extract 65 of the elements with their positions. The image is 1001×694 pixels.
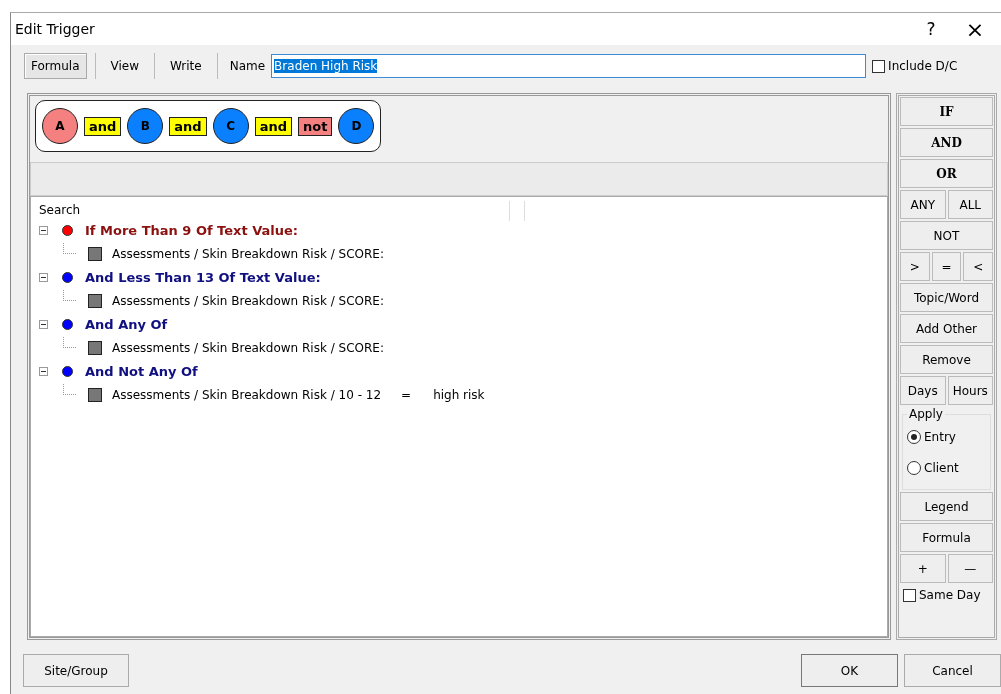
side-button[interactable]: > [900, 252, 930, 281]
side-button[interactable]: Remove [900, 345, 993, 374]
operator-tag[interactable]: and [254, 116, 293, 136]
side-button[interactable]: ANY [900, 190, 946, 219]
name-label: Name [229, 59, 266, 73]
item-square-icon [88, 388, 102, 403]
condition-label[interactable]: And Less Than 13 Of Text Value: [85, 270, 321, 286]
cancel-button[interactable]: Cancel [904, 654, 1001, 687]
item-path[interactable]: Assessments / Skin Breakdown Risk / SCORE: [112, 341, 384, 356]
radio-label: Entry [924, 429, 956, 444]
checkbox[interactable] [872, 59, 886, 73]
condition-label[interactable]: And Not Any Of [85, 364, 198, 380]
term-circle[interactable]: D [338, 108, 375, 144]
column-header: Search [39, 203, 81, 217]
condition-label[interactable]: And Any Of [85, 317, 168, 333]
help-button[interactable]: ? [909, 14, 953, 44]
side-button[interactable]: = [931, 252, 962, 281]
radio-button[interactable] [907, 429, 921, 444]
operator-tag[interactable]: and [84, 116, 122, 136]
group-label: Apply [908, 407, 944, 421]
side-button[interactable]: NOT [900, 221, 993, 250]
side-button[interactable]: < [963, 252, 993, 281]
site-group-button[interactable]: Site/Group [23, 654, 129, 687]
side-button[interactable]: Days [900, 376, 946, 405]
side-button[interactable]: Formula [900, 523, 993, 552]
radio-label: Client [924, 460, 959, 475]
tab[interactable]: Formula [24, 53, 87, 79]
item-path[interactable]: Assessments / Skin Breakdown Risk / 10 - 12 [112, 388, 382, 403]
item-path[interactable]: Assessments / Skin Breakdown Risk / SCORE: [112, 247, 384, 262]
collapse-icon[interactable] [39, 320, 48, 330]
side-button[interactable]: ALL [947, 190, 993, 219]
tab[interactable]: Write [163, 53, 209, 79]
term-circle[interactable]: A [42, 108, 78, 144]
side-button[interactable]: Topic/Word [900, 283, 993, 312]
tab[interactable]: View [103, 53, 146, 79]
side-button[interactable]: Add Other [900, 314, 993, 343]
side-button[interactable]: — [947, 554, 993, 583]
radio-button[interactable] [907, 460, 921, 475]
term-circle[interactable]: C [212, 108, 249, 144]
term-circle[interactable]: B [127, 108, 164, 144]
name-field[interactable]: Braden High Risk [271, 54, 867, 78]
checkbox-label: Include D/C [888, 59, 958, 73]
side-button[interactable]: AND [900, 128, 993, 157]
ok-button[interactable]: OK [801, 654, 898, 687]
side-button[interactable]: OR [900, 159, 993, 188]
collapse-icon[interactable] [39, 273, 48, 283]
side-button[interactable]: Legend [900, 492, 993, 521]
checkbox[interactable] [903, 588, 916, 602]
condition-label[interactable]: If More Than 9 Of Text Value: [85, 223, 299, 239]
collapse-icon[interactable] [39, 367, 48, 377]
side-button[interactable]: Hours [947, 376, 993, 405]
window-title: Edit Trigger [15, 21, 95, 37]
item-square-icon [88, 294, 102, 309]
operator-tag[interactable]: and [169, 116, 207, 136]
side-button[interactable]: IF [900, 97, 993, 126]
item-square-icon [88, 247, 102, 262]
item-value: high risk [433, 388, 485, 403]
close-button[interactable]: × [953, 14, 997, 44]
collapse-icon[interactable] [39, 226, 48, 236]
operator-tag[interactable]: not [298, 116, 333, 136]
side-button[interactable]: + [900, 554, 946, 583]
item-path[interactable]: Assessments / Skin Breakdown Risk / SCORE: [112, 294, 384, 309]
checkbox-label: Same Day [919, 588, 981, 602]
operator-text: = [401, 388, 412, 403]
item-square-icon [88, 341, 102, 356]
